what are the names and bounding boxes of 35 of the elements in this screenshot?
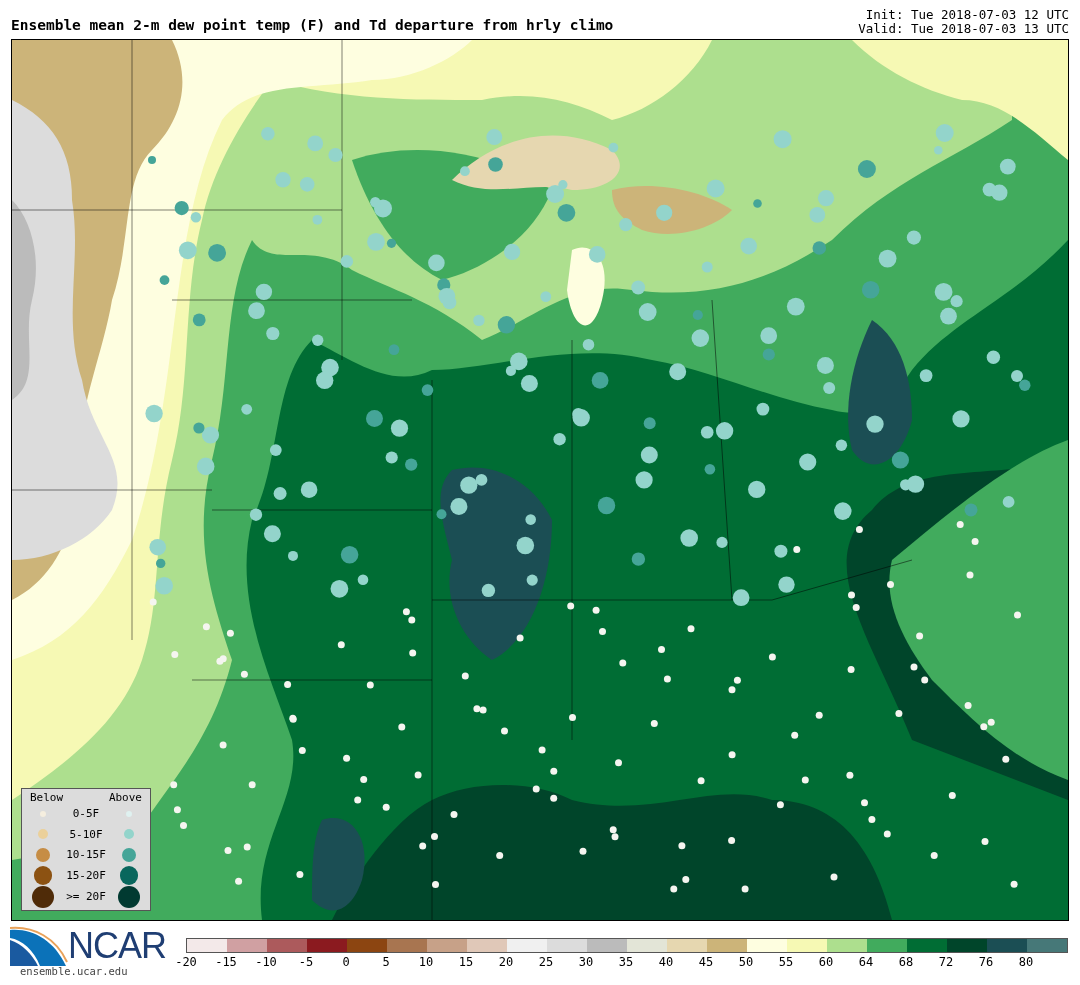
swoosh-logo-icon xyxy=(10,926,68,966)
tick-label: 30 xyxy=(577,955,595,969)
valid-time: Valid: Tue 2018-07-03 13 UTC xyxy=(858,22,1069,36)
tick-label: -10 xyxy=(254,955,278,969)
tick-label: -5 xyxy=(297,955,315,969)
legend-label: 5-10F xyxy=(68,827,104,841)
tick-label: 10 xyxy=(417,955,435,969)
chart-title: Ensemble mean 2-m dew point temp (F) and Td departure from hrly climo xyxy=(11,17,614,35)
tick-label: 0 xyxy=(341,955,351,969)
legend-header: Above xyxy=(108,790,142,804)
tick-label: 25 xyxy=(537,955,555,969)
logo-wordmark: NCAR xyxy=(68,928,166,964)
tick-label: 55 xyxy=(777,955,795,969)
legend-header: Below xyxy=(30,790,64,804)
legend-label: 0-5F xyxy=(71,807,101,821)
legend-label: >= 20F xyxy=(65,890,107,904)
tick-label: 76 xyxy=(977,955,995,969)
tick-label: 5 xyxy=(381,955,391,969)
tick-label: -15 xyxy=(214,955,238,969)
tick-label: 72 xyxy=(937,955,955,969)
tick-label: 50 xyxy=(737,955,755,969)
tick-label: 45 xyxy=(697,955,715,969)
tick-label: 64 xyxy=(857,955,875,969)
tick-label: 60 xyxy=(817,955,835,969)
tick-label: 20 xyxy=(497,955,515,969)
legend-label: 15-20F xyxy=(65,868,107,882)
tick-label: 68 xyxy=(897,955,915,969)
tick-label: 40 xyxy=(657,955,675,969)
init-time: Init: Tue 2018-07-03 12 UTC xyxy=(865,8,1069,22)
legend-label: 10-15F xyxy=(65,848,107,862)
tick-label: -20 xyxy=(174,955,198,969)
tick-label: 35 xyxy=(617,955,635,969)
site-url: ensemble.ucar.edu xyxy=(20,965,129,977)
tick-label: 15 xyxy=(457,955,475,969)
tick-label: 80 xyxy=(1017,955,1035,969)
